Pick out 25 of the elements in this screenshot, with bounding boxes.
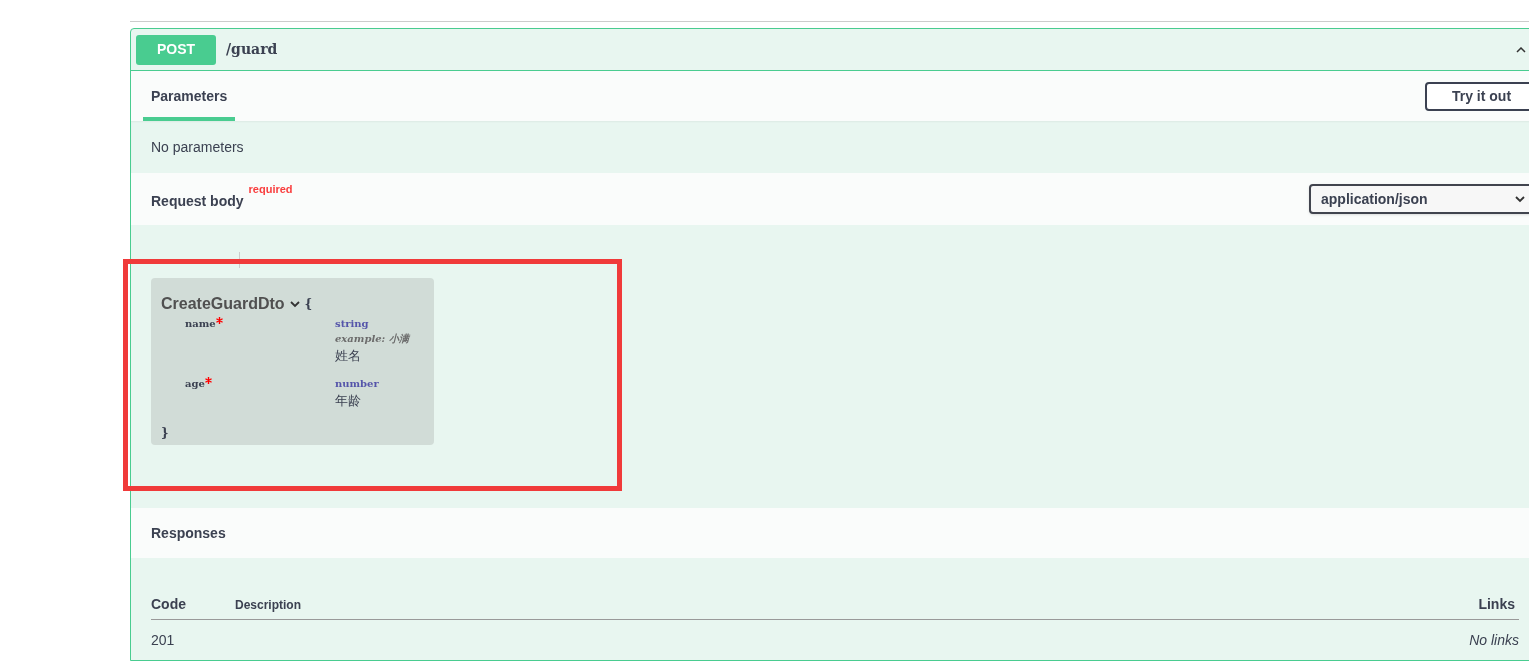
open-brace: { [304,296,313,313]
no-parameters-text: No parameters [151,137,244,157]
close-brace: } [161,426,169,440]
chevron-down-icon [1514,195,1526,203]
column-header: Code [151,595,187,614]
column-header: Description [235,596,302,614]
model-name[interactable]: CreateGuardDto [161,292,285,316]
response-code: 201 [151,630,176,650]
property-name: age [185,376,205,391]
request-body-title: Request body [151,191,244,211]
property-name: name [185,317,216,331]
column-header: Links [1478,595,1515,614]
property-type: string [335,317,370,331]
content-type-select[interactable]: application/json [1309,184,1529,214]
chevron-down-icon[interactable] [288,300,301,308]
property-type: number [335,376,379,391]
method-badge: POST [136,34,216,65]
responses-title: Responses [151,523,226,543]
property-description: 姓名 [335,347,362,365]
property-example: example: 小满 [335,332,409,346]
no-links-text: No links [1469,630,1519,650]
chevron-up-icon[interactable] [1516,46,1526,53]
endpoint-path: /guard [226,40,278,59]
property-description: 年龄 [335,391,362,410]
required-label: required [248,181,293,197]
